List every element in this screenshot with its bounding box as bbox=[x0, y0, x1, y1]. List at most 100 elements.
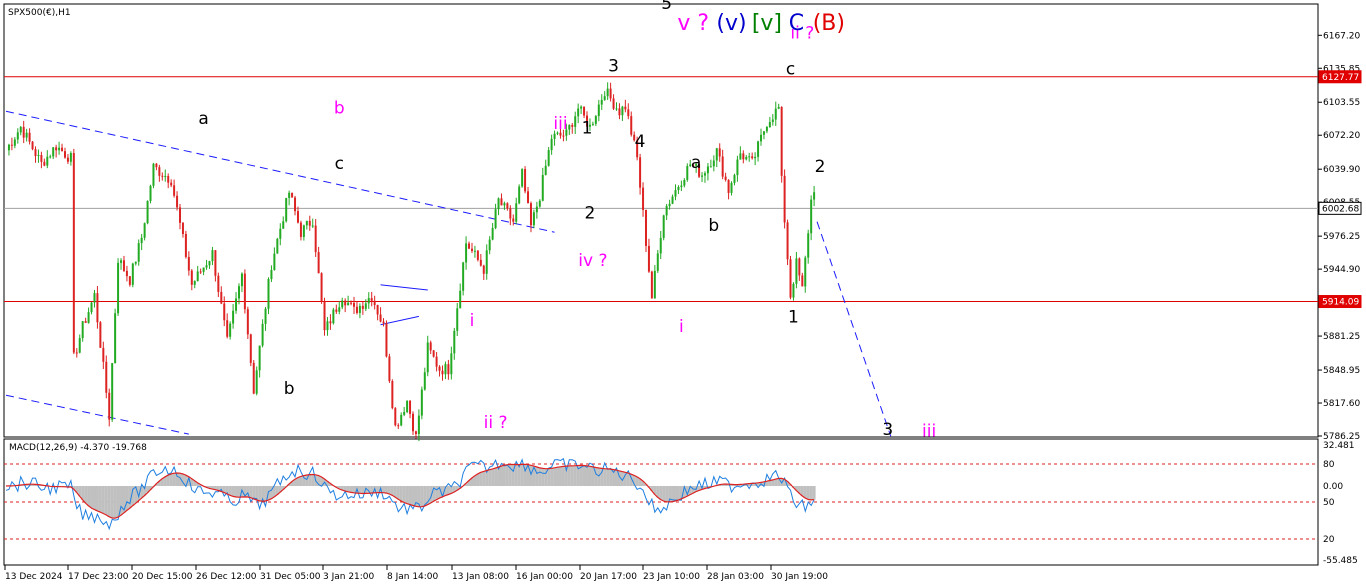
candle-body bbox=[37, 155, 40, 157]
candle-body bbox=[276, 238, 279, 254]
degree-label: (B) bbox=[813, 11, 845, 36]
wave-label: ii ? bbox=[484, 413, 508, 433]
candle-body bbox=[114, 313, 117, 364]
candle-body bbox=[473, 250, 476, 252]
macd-histogram-bar bbox=[491, 468, 495, 486]
candle-body bbox=[220, 291, 223, 304]
candle-body bbox=[223, 303, 226, 321]
candle-body bbox=[659, 237, 662, 254]
time-tick-label: 23 Jan 10:00 bbox=[643, 572, 700, 582]
macd-histogram-bar bbox=[399, 486, 403, 501]
macd-histogram-bar bbox=[393, 486, 397, 498]
candle-body bbox=[733, 175, 736, 183]
candle-body bbox=[771, 119, 774, 122]
candle-body bbox=[332, 309, 335, 324]
candle-body bbox=[742, 153, 745, 160]
macd-histogram-bar bbox=[116, 486, 120, 518]
candle-body bbox=[299, 222, 302, 237]
candle-body bbox=[208, 261, 211, 266]
macd-histogram-bar bbox=[101, 486, 105, 514]
macd-histogram-bar bbox=[541, 468, 545, 486]
degree-label: (v) bbox=[716, 11, 746, 36]
candle-body bbox=[226, 320, 229, 337]
wave-label: 3 bbox=[882, 420, 893, 440]
macd-tick-label: 80 bbox=[1323, 460, 1335, 470]
macd-histogram-bar bbox=[423, 486, 427, 506]
macd-histogram-bar bbox=[84, 486, 88, 504]
candle-body bbox=[131, 263, 134, 285]
candle-body bbox=[630, 116, 633, 135]
candle-body bbox=[176, 195, 179, 208]
macd-histogram-bar bbox=[520, 464, 524, 486]
candle-body bbox=[724, 176, 727, 180]
wave-label: iv ? bbox=[578, 251, 607, 271]
candle-body bbox=[751, 156, 754, 159]
candle-body bbox=[311, 225, 314, 227]
wave-label: c bbox=[786, 59, 795, 79]
candle-body bbox=[518, 186, 521, 204]
macd-histogram-bar bbox=[494, 467, 498, 486]
macd-histogram-bar bbox=[402, 486, 406, 503]
macd-histogram-bar bbox=[92, 486, 96, 510]
candle-body bbox=[414, 431, 417, 435]
candle-body bbox=[453, 330, 456, 354]
candle-body bbox=[66, 157, 69, 162]
macd-histogram-bar bbox=[676, 486, 680, 500]
time-tick-label: 28 Jan 03:00 bbox=[707, 572, 764, 582]
candle-body bbox=[320, 273, 323, 302]
price-chart[interactable]: abcbiii ?iii 12iv ?345iabcii ?213 iiiv ? (v… bbox=[0, 0, 1366, 588]
candle-body bbox=[28, 132, 31, 142]
candle-body bbox=[229, 323, 232, 337]
candle-body bbox=[715, 148, 718, 161]
macd-histogram-bar bbox=[110, 486, 114, 519]
candle-body bbox=[388, 356, 391, 382]
candle-body bbox=[187, 256, 190, 271]
macd-histogram-bar bbox=[535, 467, 539, 486]
candle-body bbox=[108, 392, 111, 420]
macd-histogram-bar bbox=[87, 486, 91, 506]
candle-body bbox=[406, 400, 409, 413]
macd-histogram-bar bbox=[249, 486, 253, 498]
wave-label: b bbox=[334, 98, 345, 118]
candle-body bbox=[199, 271, 202, 273]
candle-body bbox=[491, 228, 494, 240]
candle-body bbox=[721, 156, 724, 177]
macd-histogram-bar bbox=[258, 486, 262, 501]
macd-histogram-bar bbox=[774, 479, 778, 486]
price-tick-label: 6039.90 bbox=[1323, 165, 1360, 175]
macd-histogram-bar bbox=[553, 467, 557, 486]
macd-histogram-bar bbox=[550, 468, 554, 486]
candle-body bbox=[291, 192, 294, 198]
wave-label: c bbox=[335, 154, 344, 174]
candle-body bbox=[674, 190, 677, 197]
candle-body bbox=[13, 139, 16, 146]
candle-body bbox=[497, 198, 500, 210]
candle-body bbox=[462, 262, 465, 291]
macd-histogram-bar bbox=[166, 475, 170, 486]
candle-body bbox=[786, 222, 789, 260]
candle-body bbox=[532, 212, 535, 226]
candle-body bbox=[43, 161, 46, 166]
macd-histogram-bar bbox=[169, 473, 173, 486]
candle-body bbox=[302, 225, 305, 237]
macd-histogram-bar bbox=[358, 486, 362, 494]
macd-histogram-bar bbox=[662, 486, 666, 502]
candle-body bbox=[152, 163, 155, 186]
candle-body bbox=[468, 243, 471, 249]
candle-body bbox=[358, 305, 361, 313]
macd-histogram-bar bbox=[234, 486, 238, 498]
candle-body bbox=[730, 182, 733, 193]
candle-body bbox=[709, 166, 712, 168]
candle-body bbox=[727, 179, 730, 193]
macd-histogram-bar bbox=[561, 466, 565, 486]
candle-body bbox=[621, 106, 624, 116]
candle-body bbox=[482, 265, 485, 274]
macd-histogram-bar bbox=[806, 486, 810, 500]
candle-body bbox=[214, 250, 217, 276]
candle-body bbox=[184, 233, 187, 257]
candle-body bbox=[34, 149, 37, 157]
candle-body bbox=[61, 147, 64, 152]
candle-body bbox=[382, 321, 385, 324]
wave-label: 1 bbox=[582, 118, 593, 138]
price-tick-label: 5881.25 bbox=[1323, 332, 1360, 342]
